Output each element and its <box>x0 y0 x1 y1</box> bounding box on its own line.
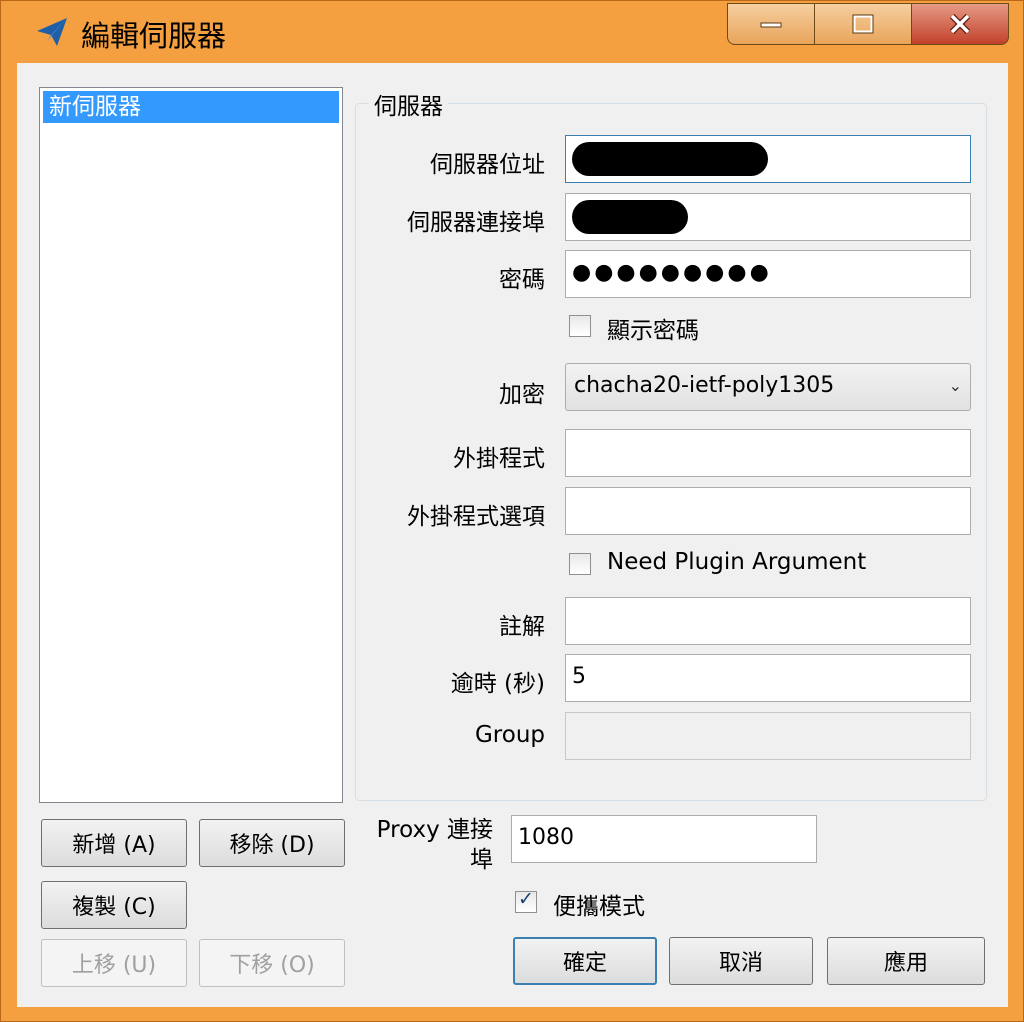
paper-plane-icon <box>37 18 67 46</box>
remarks-label: 註解 <box>499 614 545 640</box>
duplicate-server-button[interactable]: 複製 (C) <box>41 881 187 929</box>
chevron-down-icon: ⌄ <box>948 376 962 395</box>
plugin-options-label: 外掛程式選項 <box>407 504 545 530</box>
timeout-label: 逾時 (秒) <box>450 671 545 697</box>
plugin-options-field[interactable] <box>565 487 971 535</box>
window-title: 編輯伺服器 <box>81 19 227 53</box>
show-password-label: 顯示密碼 <box>607 318 699 344</box>
server-group-legend: 伺服器 <box>369 87 448 121</box>
password-field[interactable]: ●●●●●●●●● <box>565 250 971 298</box>
encryption-label: 加密 <box>499 382 545 408</box>
encryption-value: chacha20-ietf-poly1305 <box>574 373 835 398</box>
move-down-button[interactable]: 下移 (O) <box>199 939 345 987</box>
cancel-button[interactable]: 取消 <box>669 937 813 985</box>
move-up-button[interactable]: 上移 (U) <box>41 939 187 987</box>
close-button[interactable] <box>911 3 1009 45</box>
maximize-button[interactable] <box>814 3 912 45</box>
remove-server-button[interactable]: 移除 (D) <box>199 819 345 867</box>
group-label: Group <box>474 722 545 748</box>
show-password-checkbox[interactable] <box>569 315 591 337</box>
server-list-item[interactable]: 新伺服器 <box>43 91 339 123</box>
minimize-icon <box>760 22 782 28</box>
encryption-select[interactable]: chacha20-ietf-poly1305 ⌄ <box>565 363 971 411</box>
proxy-port-label-line2: 埠 <box>470 847 493 873</box>
proxy-port-label: Proxy 連接 埠 <box>365 815 493 875</box>
plugin-field[interactable] <box>565 429 971 477</box>
server-address-label: 伺服器位址 <box>430 152 545 178</box>
close-icon <box>949 14 971 34</box>
server-port-label: 伺服器連接埠 <box>407 210 545 236</box>
maximize-icon <box>852 14 874 34</box>
need-plugin-argument-checkbox[interactable] <box>569 553 591 575</box>
add-server-button[interactable]: 新增 (A) <box>41 819 187 867</box>
portable-mode-checkbox[interactable] <box>515 888 537 913</box>
need-plugin-argument-label: Need Plugin Argument <box>607 549 867 575</box>
password-label: 密碼 <box>499 267 545 293</box>
ok-button[interactable]: 確定 <box>513 937 657 985</box>
timeout-field[interactable]: 5 <box>565 654 971 702</box>
plugin-label: 外掛程式 <box>453 446 545 472</box>
redacted-address <box>572 142 768 176</box>
apply-button[interactable]: 應用 <box>827 937 985 985</box>
portable-mode-label: 便攜模式 <box>553 894 645 920</box>
title-bar[interactable]: 編輯伺服器 <box>1 1 1024 63</box>
proxy-port-field[interactable]: 1080 <box>511 815 817 863</box>
server-list[interactable]: 新伺服器 <box>39 87 343 803</box>
dialog-client-area: 新伺服器 新增 (A) 移除 (D) 複製 (C) 上移 (U) 下移 (O) … <box>17 63 1008 1007</box>
minimize-button[interactable] <box>727 3 815 45</box>
server-port-field[interactable] <box>565 193 971 241</box>
server-address-field[interactable] <box>565 135 971 183</box>
proxy-port-label-line1: Proxy 連接 <box>376 817 493 843</box>
group-field[interactable] <box>565 712 971 760</box>
remarks-field[interactable] <box>565 597 971 645</box>
edit-server-window: 編輯伺服器 新伺服器 新增 (A) 移除 (D) 複製 (C) 上移 (U) 下… <box>0 0 1024 1022</box>
redacted-port <box>572 200 688 234</box>
